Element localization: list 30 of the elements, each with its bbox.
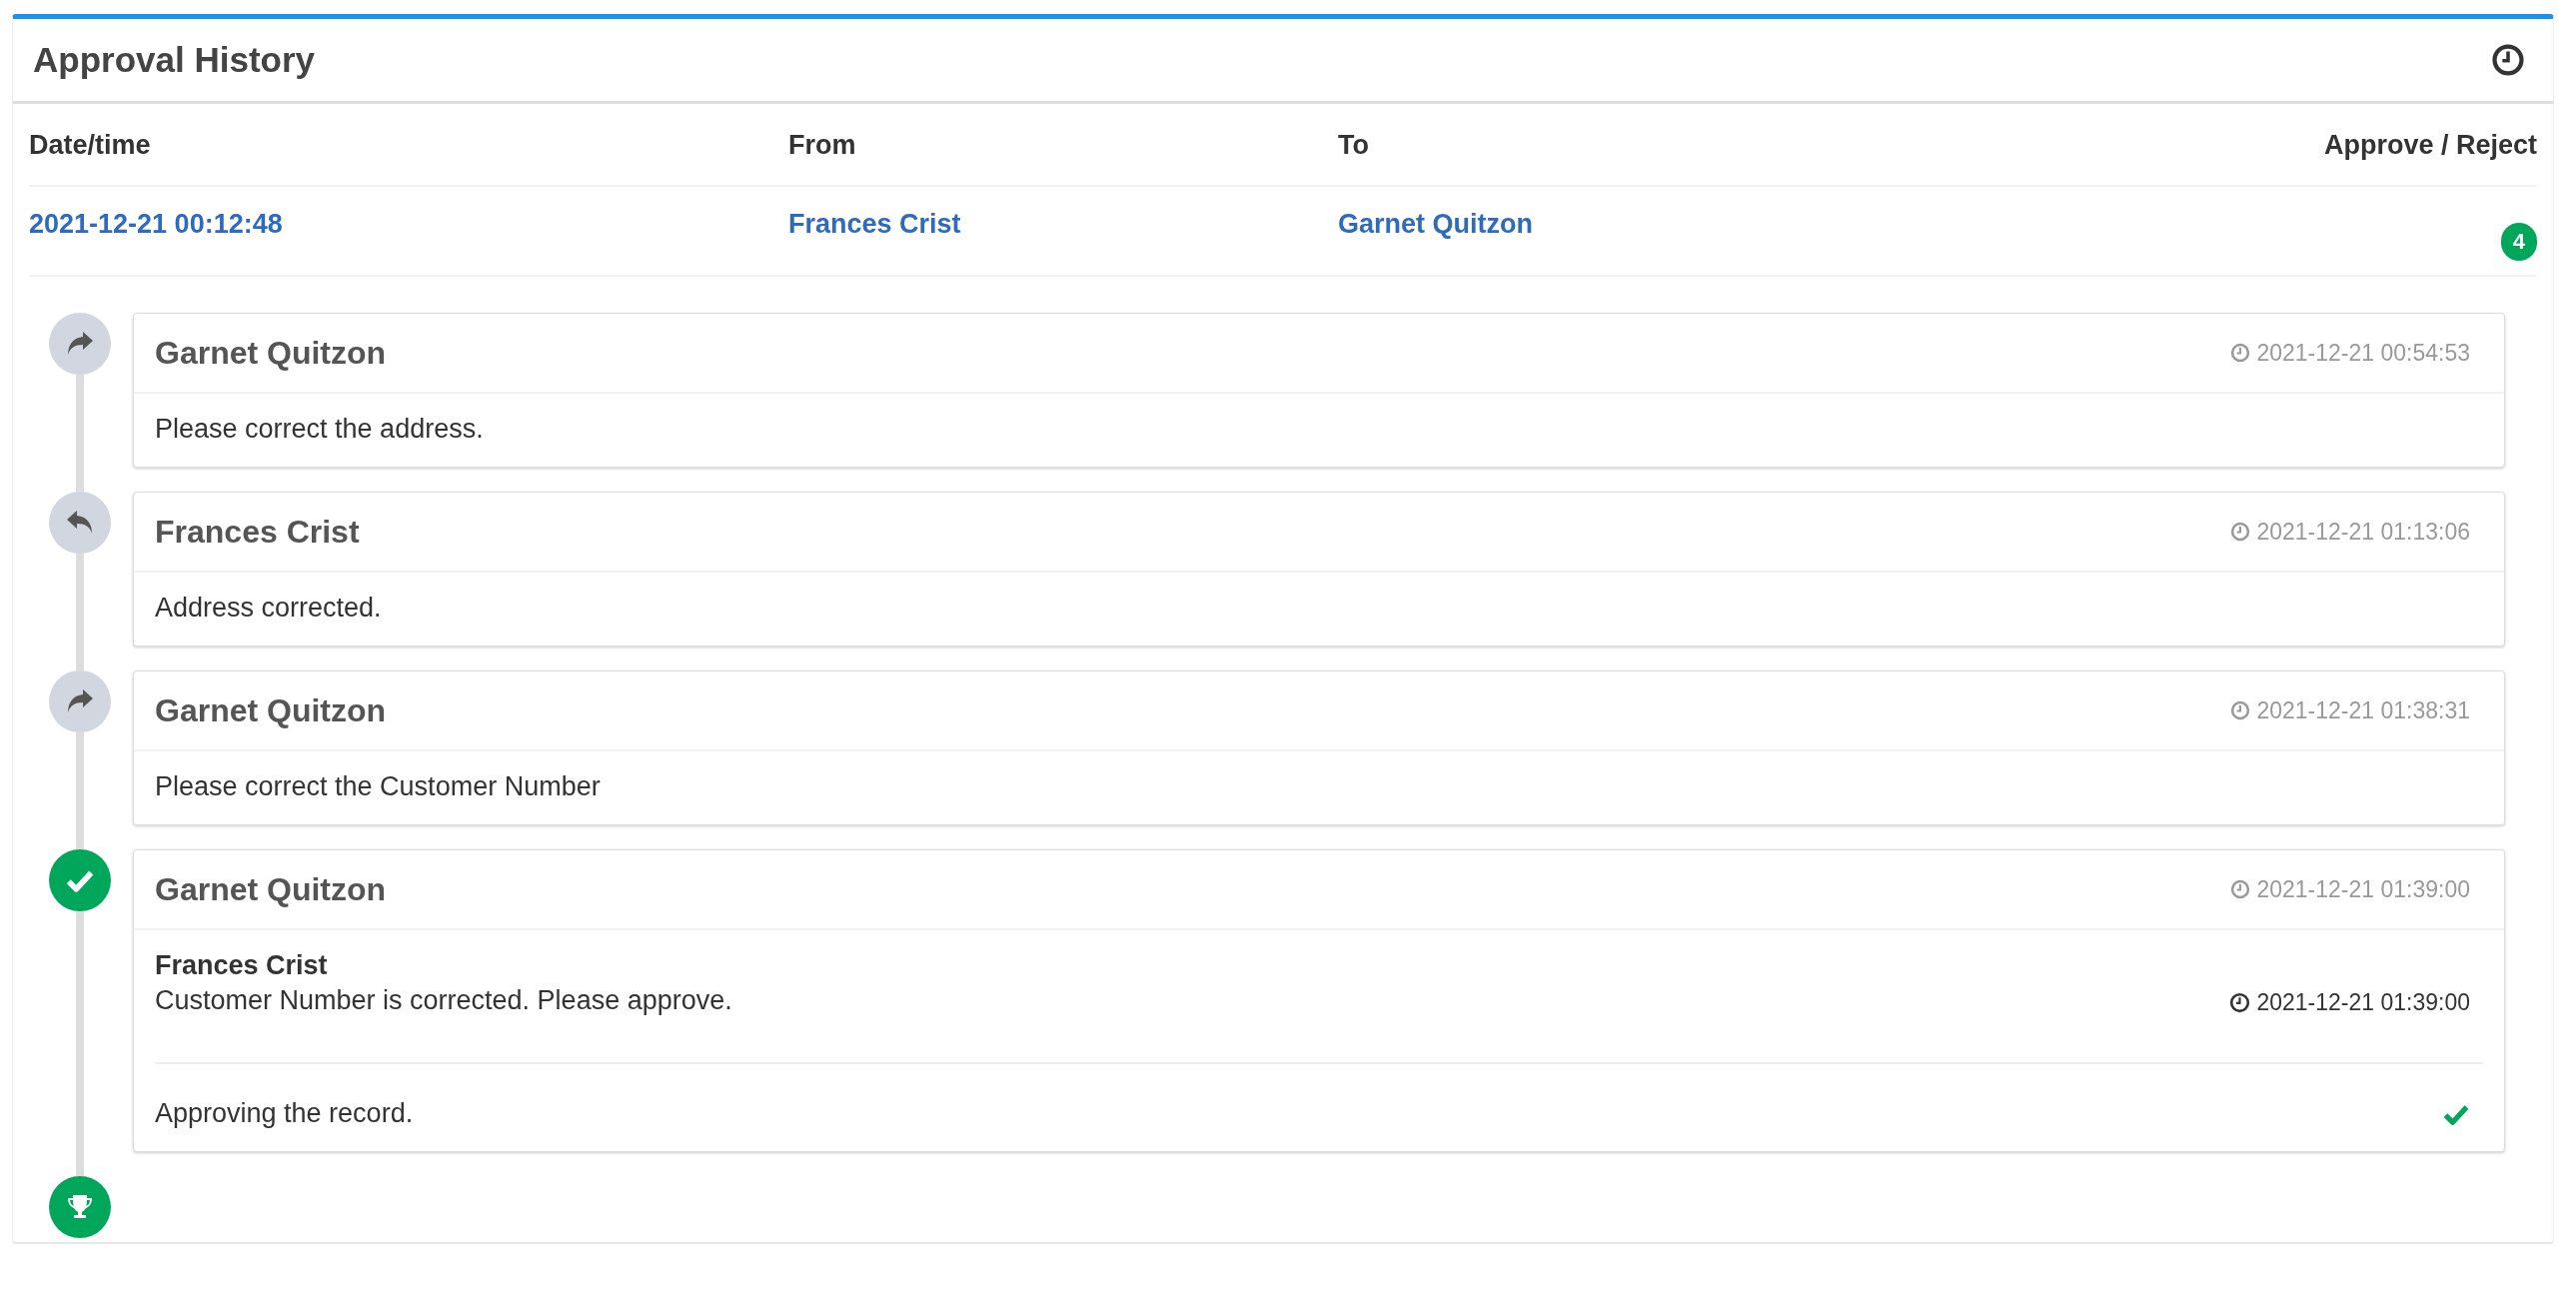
clock-icon (2229, 992, 2251, 1013)
author-name: Frances Crist (155, 513, 360, 551)
comment-text: Address corrected. (155, 593, 382, 623)
column-header: Approve / Reject (2137, 104, 2537, 187)
clock-icon (2230, 700, 2251, 720)
timestamp: 2021-12-21 00:54:53 (2256, 339, 2470, 367)
decision-text: Approving the record. (155, 1098, 414, 1129)
column-header: Date/time (29, 104, 788, 187)
quoted-text: Customer Number is corrected. Please approve. (155, 985, 732, 1016)
column-header: From (788, 104, 1338, 187)
author-name: Garnet Quitzon (155, 870, 387, 908)
author-name: Garnet Quitzon (155, 334, 387, 372)
timestamp: 2021-12-21 01:38:31 (2256, 696, 2470, 724)
count-badge: 4 (2500, 223, 2537, 261)
user-link[interactable]: Garnet Quitzon (1338, 209, 1533, 240)
clock-icon (2230, 343, 2251, 363)
timestamp: 2021-12-21 01:13:06 (2256, 518, 2470, 546)
comment-text: Please correct the address. (155, 414, 484, 444)
clock-icon[interactable] (2491, 43, 2525, 77)
column-header: To (1338, 104, 2137, 187)
clock-icon (2230, 879, 2251, 899)
clock-icon (2230, 522, 2251, 542)
comment-text: Please correct the Customer Number (155, 771, 601, 801)
user-link[interactable]: Frances Crist (788, 209, 961, 240)
quoted-author: Frances Crist (155, 950, 329, 981)
panel-title: Approval History (33, 40, 315, 80)
timestamp: 2021-12-21 01:39:00 (2256, 989, 2470, 1016)
author-name: Garnet Quitzon (155, 691, 387, 729)
timestamp: 2021-12-21 01:39:00 (2256, 875, 2470, 903)
datetime-link[interactable]: 2021-12-21 00:12:48 (29, 209, 283, 240)
